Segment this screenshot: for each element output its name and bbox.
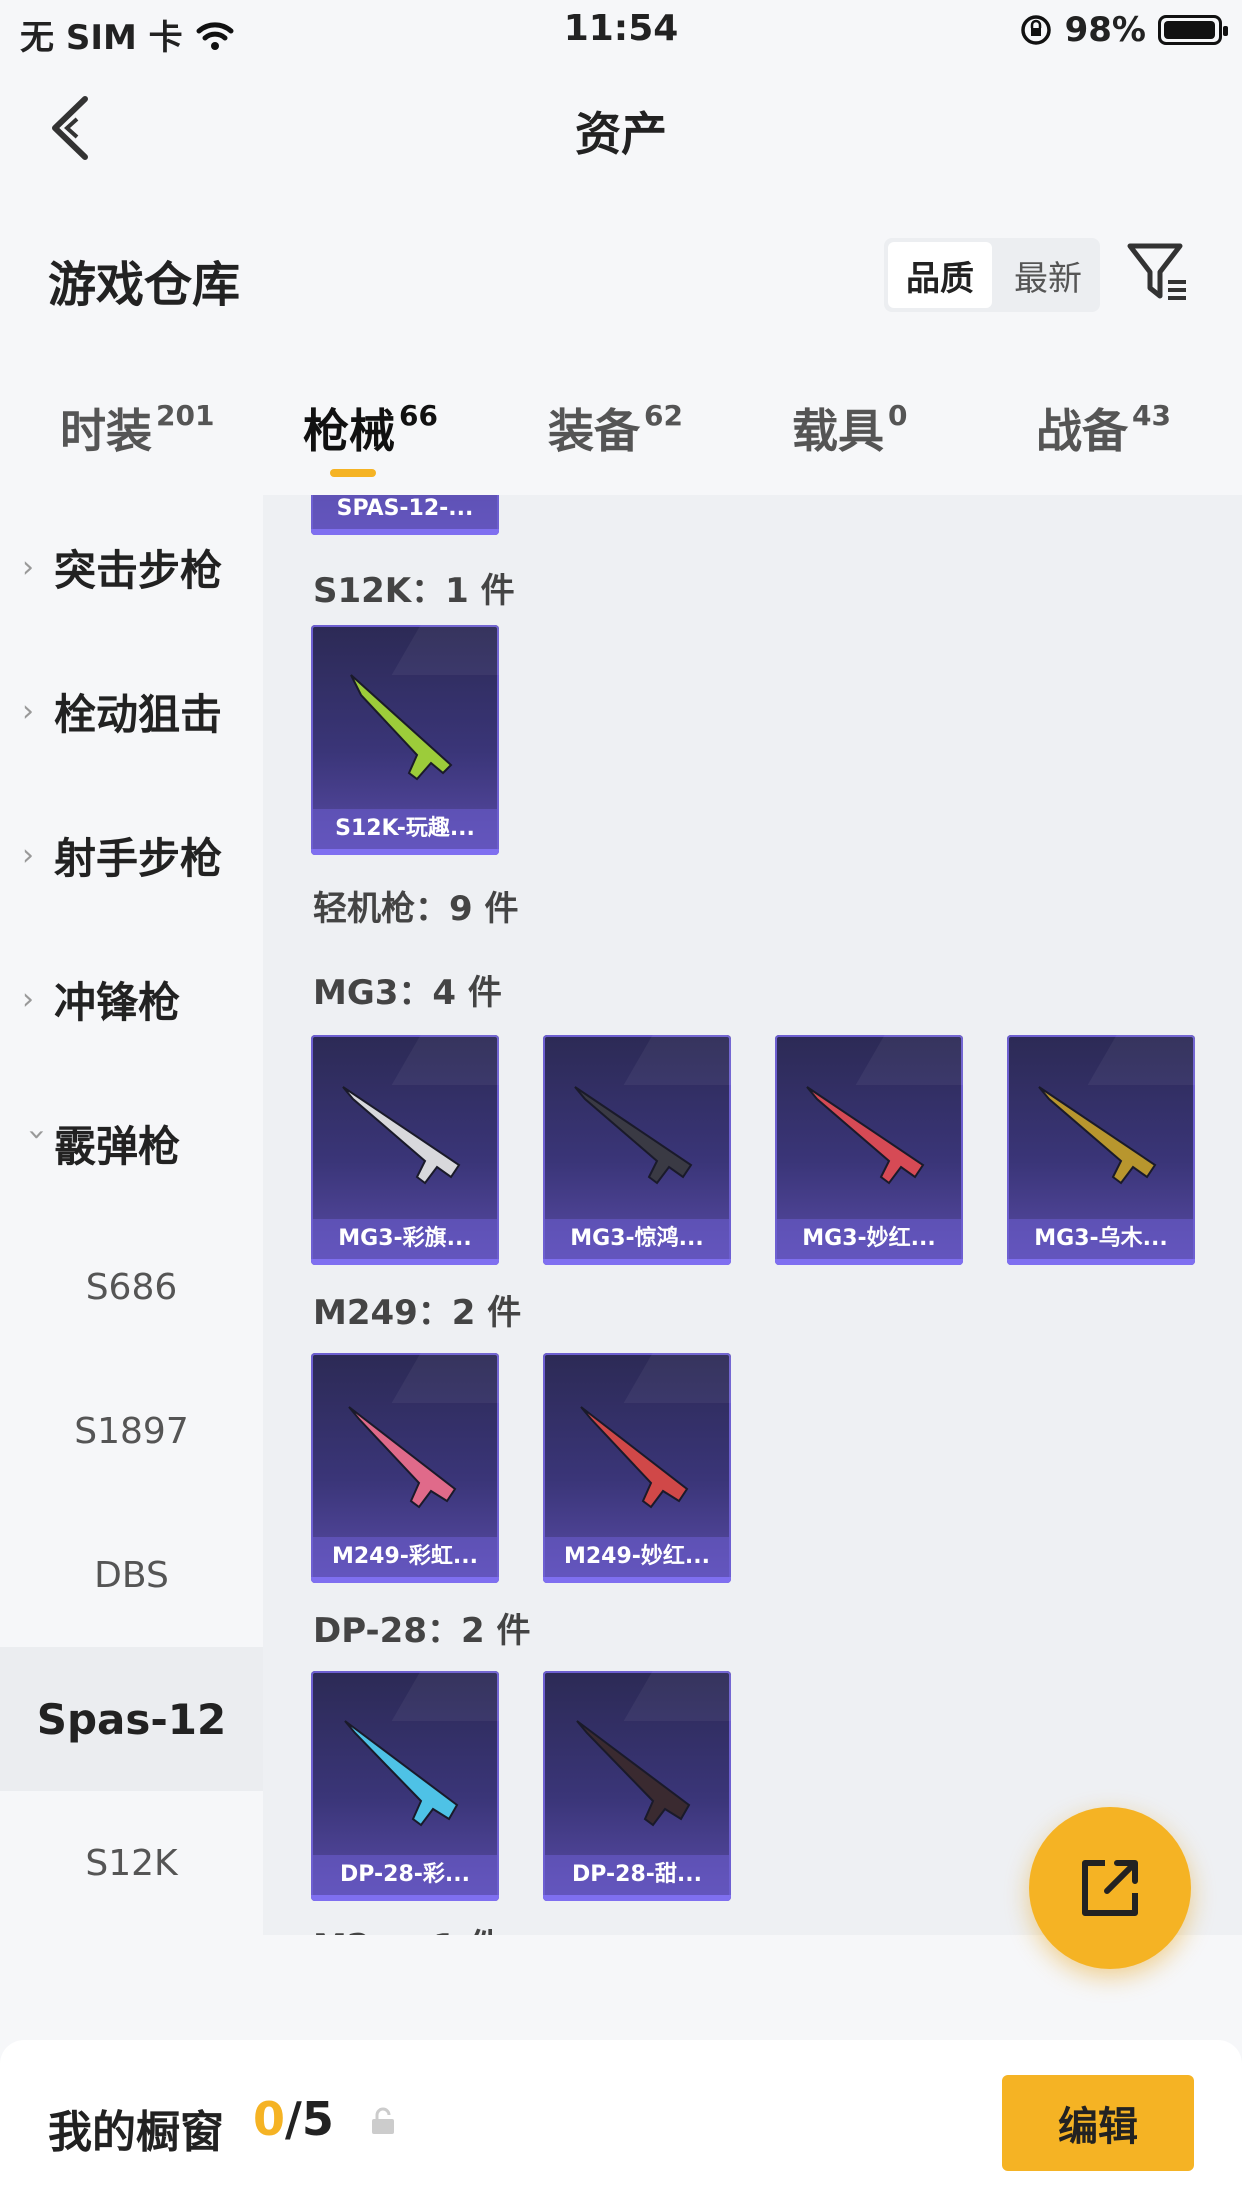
item-card-name: DP-28-彩...: [311, 1855, 499, 1895]
category-tabs: 时装 201 枪械 66 装备 62 载具 0 战备 43: [0, 385, 1242, 495]
sidebar-item-marksman-rifle[interactable]: › 射手步枪: [0, 783, 263, 927]
share-button[interactable]: [1029, 1807, 1191, 1969]
subcategory-sidebar: › 突击步枪 › 栓动狙击 › 射手步枪 › 冲锋枪 › 霰弹枪 S686 S1897 D…: [0, 495, 263, 1935]
tab-label: 装备: [548, 404, 640, 458]
sidebar-item-smg[interactable]: › 冲锋枪: [0, 927, 263, 1071]
sidebar-item-label: 射手步枪: [54, 833, 223, 883]
item-card[interactable]: S12K-玩趣...: [311, 625, 499, 855]
sidebar-item-label: 冲锋枪: [54, 977, 181, 1027]
rifle-icon: [576, 1720, 691, 1827]
machine-gun-icon: [1038, 1086, 1157, 1185]
showcase-bar: 我的橱窗 0/5 编辑: [0, 2040, 1242, 2208]
shotgun-icon: [350, 674, 453, 781]
group-label: 轻机枪：9 件: [313, 889, 519, 929]
group-label: M2 ... 1 件: [313, 1919, 502, 1935]
tab-supplies[interactable]: 战备 43: [1036, 395, 1171, 461]
active-tab-indicator: [330, 469, 376, 477]
chevron-right-icon: ›: [22, 981, 34, 1017]
sidebar-item-label: 突击步枪: [54, 545, 223, 595]
tab-count: 66: [399, 398, 438, 432]
sidebar-item-shotgun[interactable]: › 霰弹枪: [0, 1071, 263, 1215]
showcase-title: 我的橱窗: [48, 2107, 224, 2158]
share-icon: [1082, 1860, 1138, 1916]
item-card-name: M249-妙红...: [543, 1537, 731, 1577]
item-card[interactable]: MG3-惊鸿...: [543, 1035, 731, 1265]
chevron-right-icon: ›: [22, 693, 34, 729]
page-title: 资产: [575, 107, 667, 161]
machine-gun-icon: [348, 1406, 457, 1509]
group-label: M249：2 件: [313, 1293, 522, 1333]
item-card-name: MG3-乌木...: [1007, 1219, 1195, 1259]
item-card[interactable]: M249-妙红...: [543, 1353, 731, 1583]
sidebar-item-bolt-sniper[interactable]: › 栓动狙击: [0, 639, 263, 783]
item-card-name: S12K-玩趣...: [311, 809, 499, 849]
filter-icon: [1127, 243, 1186, 300]
tab-fashion[interactable]: 时装 201: [60, 395, 214, 461]
tab-label: 枪械: [303, 404, 395, 458]
warehouse-title: 游戏仓库: [48, 257, 241, 313]
tab-vehicles[interactable]: 载具 0: [792, 395, 907, 461]
item-card[interactable]: MG3-彩旗...: [311, 1035, 499, 1265]
tab-label: 载具: [792, 404, 884, 458]
item-card-name: MG3-彩旗...: [311, 1219, 499, 1259]
showcase-total: /5: [285, 2092, 334, 2146]
orientation-lock-icon: [1020, 15, 1051, 45]
item-card-name: M249-彩虹...: [311, 1537, 499, 1577]
item-card[interactable]: DP-28-彩...: [311, 1671, 499, 1901]
sidebar-subitem-s686[interactable]: S686: [0, 1215, 263, 1359]
tab-equipment[interactable]: 装备 62: [548, 395, 683, 461]
status-bar: 无 SIM 卡 11:54 98%: [0, 0, 1242, 62]
battery-percent: 98%: [1064, 10, 1146, 50]
sidebar-subitem-spas12[interactable]: Spas-12: [0, 1647, 263, 1791]
group-label: S12K：1 件: [313, 571, 515, 611]
tab-label: 时装: [60, 404, 152, 458]
item-card[interactable]: MG3-乌木...: [1007, 1035, 1195, 1265]
tab-count: 201: [156, 398, 215, 432]
group-label: MG3：4 件: [313, 973, 502, 1013]
machine-gun-icon: [342, 1086, 461, 1185]
item-card-name: MG3-惊鸿...: [543, 1219, 731, 1259]
chevron-down-icon: ›: [19, 1128, 55, 1140]
chevron-right-icon: ›: [22, 549, 34, 585]
showcase-count: 0/5: [253, 2092, 334, 2146]
item-card-name: MG3-妙红...: [775, 1219, 963, 1259]
machine-gun-icon: [574, 1086, 693, 1185]
chevron-right-icon: ›: [22, 837, 34, 873]
item-card-name: SPAS-12-...: [311, 495, 499, 529]
lock-icon: [372, 2107, 394, 2134]
group-label: DP-28：2 件: [313, 1611, 531, 1651]
sidebar-item-assault-rifle[interactable]: › 突击步枪: [0, 495, 263, 639]
tab-weapons[interactable]: 枪械 66: [303, 395, 438, 461]
machine-gun-icon: [806, 1086, 925, 1185]
showcase-current: 0: [253, 2092, 286, 2146]
sidebar-subitem-s12k[interactable]: S12K: [0, 1791, 263, 1935]
sidebar-item-label: 霰弹枪: [54, 1121, 181, 1171]
nav-bar: 资产: [0, 70, 1242, 180]
tab-count: 43: [1132, 398, 1171, 432]
machine-gun-icon: [580, 1406, 689, 1509]
filter-button[interactable]: [1124, 238, 1194, 308]
sidebar-subitem-s1897[interactable]: S1897: [0, 1359, 263, 1503]
item-card[interactable]: MG3-妙红...: [775, 1035, 963, 1265]
sort-toggle: 品质 最新: [884, 238, 1100, 312]
status-right: 98%: [1019, 10, 1228, 50]
item-card[interactable]: DP-28-甜...: [543, 1671, 731, 1901]
edit-button[interactable]: 编辑: [1002, 2075, 1194, 2171]
rifle-icon: [344, 1720, 459, 1827]
item-card[interactable]: M249-彩虹...: [311, 1353, 499, 1583]
tab-count: 0: [888, 398, 908, 432]
item-grid: SPAS-12-... S12K：1 件 S12K-玩趣... 轻机枪：9 件 …: [263, 495, 1242, 1935]
tab-label: 战备: [1036, 404, 1128, 458]
sidebar-item-label: 栓动狙击: [54, 689, 223, 739]
sidebar-subitem-dbs[interactable]: DBS: [0, 1503, 263, 1647]
sort-quality-button[interactable]: 品质: [888, 242, 992, 308]
tab-count: 62: [644, 398, 683, 432]
item-card-name: DP-28-甜...: [543, 1855, 731, 1895]
item-card[interactable]: SPAS-12-...: [311, 495, 499, 535]
sort-newest-button[interactable]: 最新: [996, 238, 1100, 312]
battery-icon: [1158, 15, 1228, 45]
